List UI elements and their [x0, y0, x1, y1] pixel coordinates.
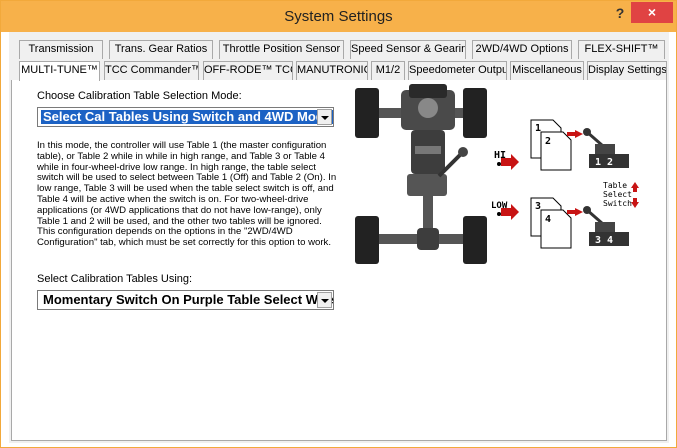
- tab-throttle-position-sensor[interactable]: Throttle Position Sensor: [219, 40, 344, 59]
- select-using-select[interactable]: Momentary Switch On Purple Table Select …: [37, 290, 334, 310]
- mode-select[interactable]: Select Cal Tables Using Switch and 4WD M…: [37, 107, 334, 127]
- system-settings-window: System Settings ? × Transmission Trans. …: [0, 0, 677, 448]
- close-button[interactable]: ×: [631, 2, 673, 23]
- mode-select-value: Select Cal Tables Using Switch and 4WD M…: [41, 109, 333, 124]
- tab-speedometer-output[interactable]: Speedometer Output: [408, 61, 507, 80]
- legend-line-3: Switch: [603, 199, 632, 208]
- window-title: System Settings: [284, 8, 393, 25]
- mode-label: Choose Calibration Table Selection Mode:: [37, 90, 242, 102]
- tab-tcc-commander[interactable]: TCC Commander™: [104, 61, 199, 80]
- chevron-down-icon[interactable]: [317, 109, 332, 125]
- tab-miscellaneous[interactable]: Miscellaneous: [510, 61, 584, 80]
- low-table-4: 4: [545, 214, 551, 225]
- hi-switch-label: 1 2: [595, 157, 613, 168]
- low-table-select-switch: 3 4: [583, 206, 629, 246]
- title-bar[interactable]: System Settings ? ×: [1, 1, 676, 32]
- hi-table-select-switch: 1 2: [583, 128, 629, 168]
- arrow-up-icon: [631, 182, 639, 192]
- drivetrain-diagram: HI 1 2 1 2 Table Select Switch LOW 3 4 3…: [355, 84, 639, 264]
- low-switch-label: 3 4: [595, 235, 613, 246]
- legend-line-1: Table: [603, 181, 627, 190]
- chevron-down-icon[interactable]: [317, 292, 332, 308]
- tab-off-rode-tcc[interactable]: OFF-RODE™ TCC: [203, 61, 293, 80]
- tab-flex-shift[interactable]: FLEX-SHIFT™: [578, 40, 665, 59]
- select-using-label: Select Calibration Tables Using:: [37, 273, 193, 285]
- arrow-left-icon: [567, 130, 583, 138]
- hi-table-1: 1: [535, 123, 541, 134]
- tab-transmission[interactable]: Transmission: [19, 40, 103, 59]
- tab-trans-gear-ratios[interactable]: Trans. Gear Ratios: [109, 40, 213, 59]
- hi-table-cards: 1 2: [530, 119, 572, 171]
- low-table-3: 3: [535, 201, 541, 212]
- select-using-value: Momentary Switch On Purple Table Select …: [43, 292, 334, 307]
- tab-2wd-4wd-options[interactable]: 2WD/4WD Options: [472, 40, 572, 59]
- tab-manutronic[interactable]: MANUTRONIC: [296, 61, 368, 80]
- tab-display-settings[interactable]: Display Settings: [587, 61, 667, 80]
- help-button[interactable]: ?: [609, 3, 631, 25]
- tab-m1-2[interactable]: M1/2: [371, 61, 405, 80]
- hi-table-2: 2: [545, 136, 551, 147]
- arrow-left-icon: [567, 208, 583, 216]
- tab-speed-sensor-gearing[interactable]: Speed Sensor & Gearing: [350, 40, 466, 59]
- drivetrain-illustration: [355, 84, 487, 264]
- mode-description: In this mode, the controller will use Ta…: [37, 140, 337, 249]
- tab-multi-tune[interactable]: MULTI-TUNE™: [19, 61, 100, 81]
- arrow-down-icon: [631, 198, 639, 208]
- legend-line-2: Select: [603, 190, 632, 199]
- low-table-cards: 3 4: [530, 197, 572, 249]
